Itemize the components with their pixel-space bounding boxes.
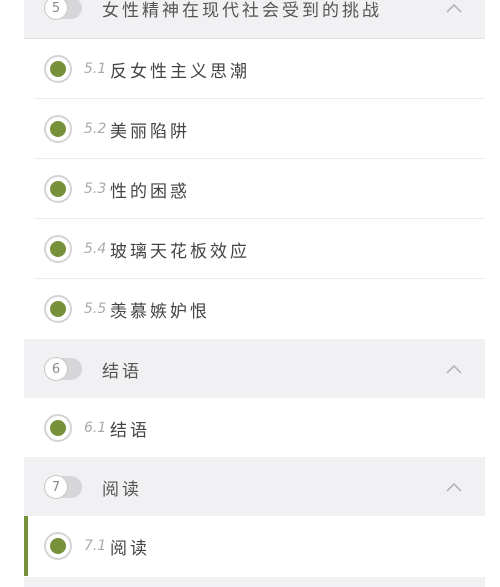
chapter-number-toggle: 6 xyxy=(44,357,82,381)
section-item-5-3[interactable]: 5.3 性的困惑 xyxy=(24,159,485,219)
chapter-title: 结语 xyxy=(102,361,142,382)
section-number: 5.2 xyxy=(84,121,107,137)
chevron-up-icon[interactable] xyxy=(439,359,469,379)
section-title: 阅读 xyxy=(110,538,150,559)
right-margin xyxy=(485,0,500,587)
section-title: 羡慕嫉妒恨 xyxy=(110,301,210,322)
completed-dot-icon xyxy=(44,55,72,83)
chapter-number-toggle: 7 xyxy=(44,475,82,499)
section-number: 5.5 xyxy=(84,301,107,317)
section-number: 5.3 xyxy=(84,181,107,197)
section-item-5-2[interactable]: 5.2 美丽陷阱 xyxy=(24,99,485,159)
section-number: 7.1 xyxy=(84,538,107,554)
section-title: 反女性主义思潮 xyxy=(110,61,250,82)
chapter-header-6[interactable]: 6 结语 xyxy=(24,339,485,400)
chapter-title: 阅读 xyxy=(102,479,142,500)
completed-dot-icon xyxy=(44,532,72,560)
course-outline-page: 5 女性精神在现代社会受到的挑战 5.1 反女性主义思潮 5.2 美丽陷阱 5.… xyxy=(0,0,500,587)
chapter-number-badge: 6 xyxy=(44,357,68,381)
completed-dot-icon xyxy=(44,115,72,143)
section-title: 玻璃天花板效应 xyxy=(110,241,250,262)
completed-dot-icon xyxy=(44,295,72,323)
chapter-header-7[interactable]: 7 阅读 xyxy=(24,457,485,518)
section-title: 性的困惑 xyxy=(110,181,190,202)
section-item-7-1[interactable]: 7.1 阅读 xyxy=(24,516,485,576)
section-title: 美丽陷阱 xyxy=(110,121,190,142)
completed-dot-icon xyxy=(44,175,72,203)
active-indicator xyxy=(24,516,28,576)
section-number: 5.1 xyxy=(84,61,107,77)
chevron-up-icon[interactable] xyxy=(439,477,469,497)
chapter-number-badge: 7 xyxy=(44,475,68,499)
section-item-5-1[interactable]: 5.1 反女性主义思潮 xyxy=(24,39,485,99)
section-item-5-5[interactable]: 5.5 羡慕嫉妒恨 xyxy=(24,279,485,339)
next-chapter-header-edge xyxy=(24,577,485,587)
chapter-title: 女性精神在现代社会受到的挑战 xyxy=(102,0,382,21)
left-margin xyxy=(0,0,24,587)
section-number: 6.1 xyxy=(84,420,107,436)
section-number: 5.4 xyxy=(84,241,107,257)
completed-dot-icon xyxy=(44,235,72,263)
section-title: 结语 xyxy=(110,420,150,441)
section-item-6-1[interactable]: 6.1 结语 xyxy=(24,398,485,458)
completed-dot-icon xyxy=(44,414,72,442)
chapter-list: 5 女性精神在现代社会受到的挑战 5.1 反女性主义思潮 5.2 美丽陷阱 5.… xyxy=(24,0,485,587)
chapter-header-5[interactable]: 5 女性精神在现代社会受到的挑战 xyxy=(24,0,485,39)
chapter-number-toggle: 5 xyxy=(44,0,82,20)
chevron-up-icon[interactable] xyxy=(439,0,469,18)
section-item-5-4[interactable]: 5.4 玻璃天花板效应 xyxy=(24,219,485,279)
chapter-number-badge: 5 xyxy=(44,0,68,20)
